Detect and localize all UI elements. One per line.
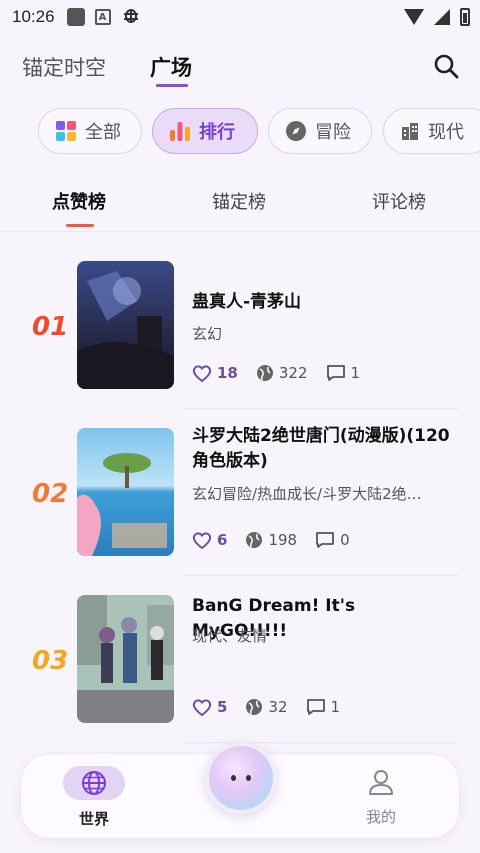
like-stat[interactable]: 6 (192, 531, 227, 549)
notification-app-icon (66, 8, 85, 26)
nav-me-label: 我的 (365, 808, 396, 826)
chip-label: 排行 (199, 122, 235, 143)
search-button[interactable] (432, 52, 460, 80)
comment-count: 1 (330, 698, 341, 716)
globe-icon (246, 532, 263, 548)
tab-comments-ranking[interactable]: 评论榜 (372, 188, 426, 214)
tab-anchored-time[interactable]: 锚定时空 (22, 52, 106, 82)
chip-ranking[interactable]: 排行 (152, 108, 258, 154)
rank-number: 02 (32, 479, 69, 509)
like-count: 5 (217, 698, 228, 716)
nav-world[interactable]: 世界 (63, 766, 125, 829)
view-count: 198 (268, 531, 298, 549)
status-time: 10:26 (12, 7, 55, 26)
comments-stat[interactable]: 0 (315, 531, 350, 549)
building-icon (402, 123, 418, 140)
list-item[interactable]: 03 BanG Dream! It's MyGO!!!!! 现代、友情 5 32… (0, 594, 480, 760)
item-title: 斗罗大陆2绝世唐门(动漫版)(120角色版本) (192, 426, 450, 471)
chip-adventure[interactable]: 冒险 (268, 108, 372, 154)
wifi-icon (404, 9, 424, 25)
user-icon (369, 770, 393, 795)
heart-icon (192, 699, 212, 716)
cover-image[interactable] (77, 428, 174, 556)
grid-icon (56, 121, 76, 141)
like-stat[interactable]: 5 (192, 698, 227, 716)
nav-world-label: 世界 (78, 810, 109, 828)
top-nav: 锚定时空 广场 (0, 48, 480, 88)
item-stats: 18 322 1 (192, 364, 378, 382)
divider (184, 742, 458, 743)
status-bar: 10:26 A (0, 0, 480, 34)
tab-plaza[interactable]: 广场 (150, 52, 192, 82)
divider (184, 408, 458, 409)
search-icon (434, 54, 459, 79)
bug-icon (121, 5, 141, 30)
bar-chart-icon (170, 122, 190, 141)
battery-icon (460, 8, 470, 26)
item-title: 蛊真人-青茅山 (192, 292, 302, 312)
signal-icon (434, 9, 450, 25)
views-stat: 198 (245, 531, 297, 549)
chip-modern[interactable]: 现代 (383, 108, 480, 154)
globe-icon (256, 365, 273, 381)
item-stats: 6 198 0 (192, 531, 368, 549)
comment-icon (306, 699, 325, 715)
comment-icon (316, 532, 334, 548)
chip-label: 现代 (428, 122, 464, 143)
tab-likes-ranking[interactable]: 点赞榜 (52, 188, 106, 214)
item-tags: 现代、友情 (192, 627, 268, 645)
center-mascot-button[interactable] (205, 742, 277, 814)
item-tags: 玄幻冒险/热血成长/斗罗大陆2绝… (192, 485, 422, 503)
views-stat: 322 (256, 364, 308, 382)
ranking-sub-tabs: 点赞榜 锚定榜 评论榜 (0, 180, 480, 232)
nav-world-pill (63, 766, 125, 800)
comment-count: 0 (340, 531, 350, 549)
item-tags: 玄幻 (192, 325, 223, 343)
globe-icon (246, 699, 263, 715)
nav-me[interactable]: 我的 (361, 768, 401, 827)
compass-icon (286, 121, 306, 141)
bottom-nav: 世界 我的 (20, 742, 460, 839)
tab-indicator (156, 84, 188, 87)
globe-nav-icon (82, 771, 106, 795)
comments-stat[interactable]: 1 (306, 698, 341, 716)
chip-all[interactable]: 全部 (38, 108, 142, 154)
views-stat: 32 (245, 698, 288, 716)
item-stats: 5 32 1 (192, 698, 358, 716)
list-item[interactable]: 02 斗罗大陆2绝世唐门(动漫版)(120角色版本) 玄幻冒险/热血成长/斗罗大… (0, 426, 480, 593)
cover-image[interactable] (77, 261, 174, 389)
divider (184, 575, 458, 576)
heart-icon (192, 532, 212, 549)
mascot-right-eye (246, 775, 251, 781)
like-count: 6 (217, 531, 228, 549)
heart-icon (192, 365, 212, 382)
chip-label: 全部 (85, 122, 121, 143)
mascot-left-eye (231, 775, 236, 781)
like-count: 18 (217, 364, 238, 382)
rank-number: 03 (32, 646, 69, 676)
comments-stat[interactable]: 1 (326, 364, 361, 382)
like-stat[interactable]: 18 (192, 364, 238, 382)
comment-icon (326, 365, 345, 381)
cover-image[interactable] (77, 595, 174, 723)
category-chips: 全部 排行 冒险 现代 (0, 108, 480, 156)
rank-number: 01 (32, 312, 69, 342)
view-count: 322 (278, 364, 308, 382)
chip-label: 冒险 (315, 122, 351, 143)
sub-tab-indicator (66, 224, 94, 227)
keyboard-a-icon: A (94, 9, 111, 25)
tab-anchor-ranking[interactable]: 锚定榜 (212, 188, 266, 214)
view-count: 32 (268, 698, 288, 716)
list-item[interactable]: 01 蛊真人-青茅山 玄幻 18 322 1 (0, 260, 480, 426)
comment-count: 1 (350, 364, 361, 382)
